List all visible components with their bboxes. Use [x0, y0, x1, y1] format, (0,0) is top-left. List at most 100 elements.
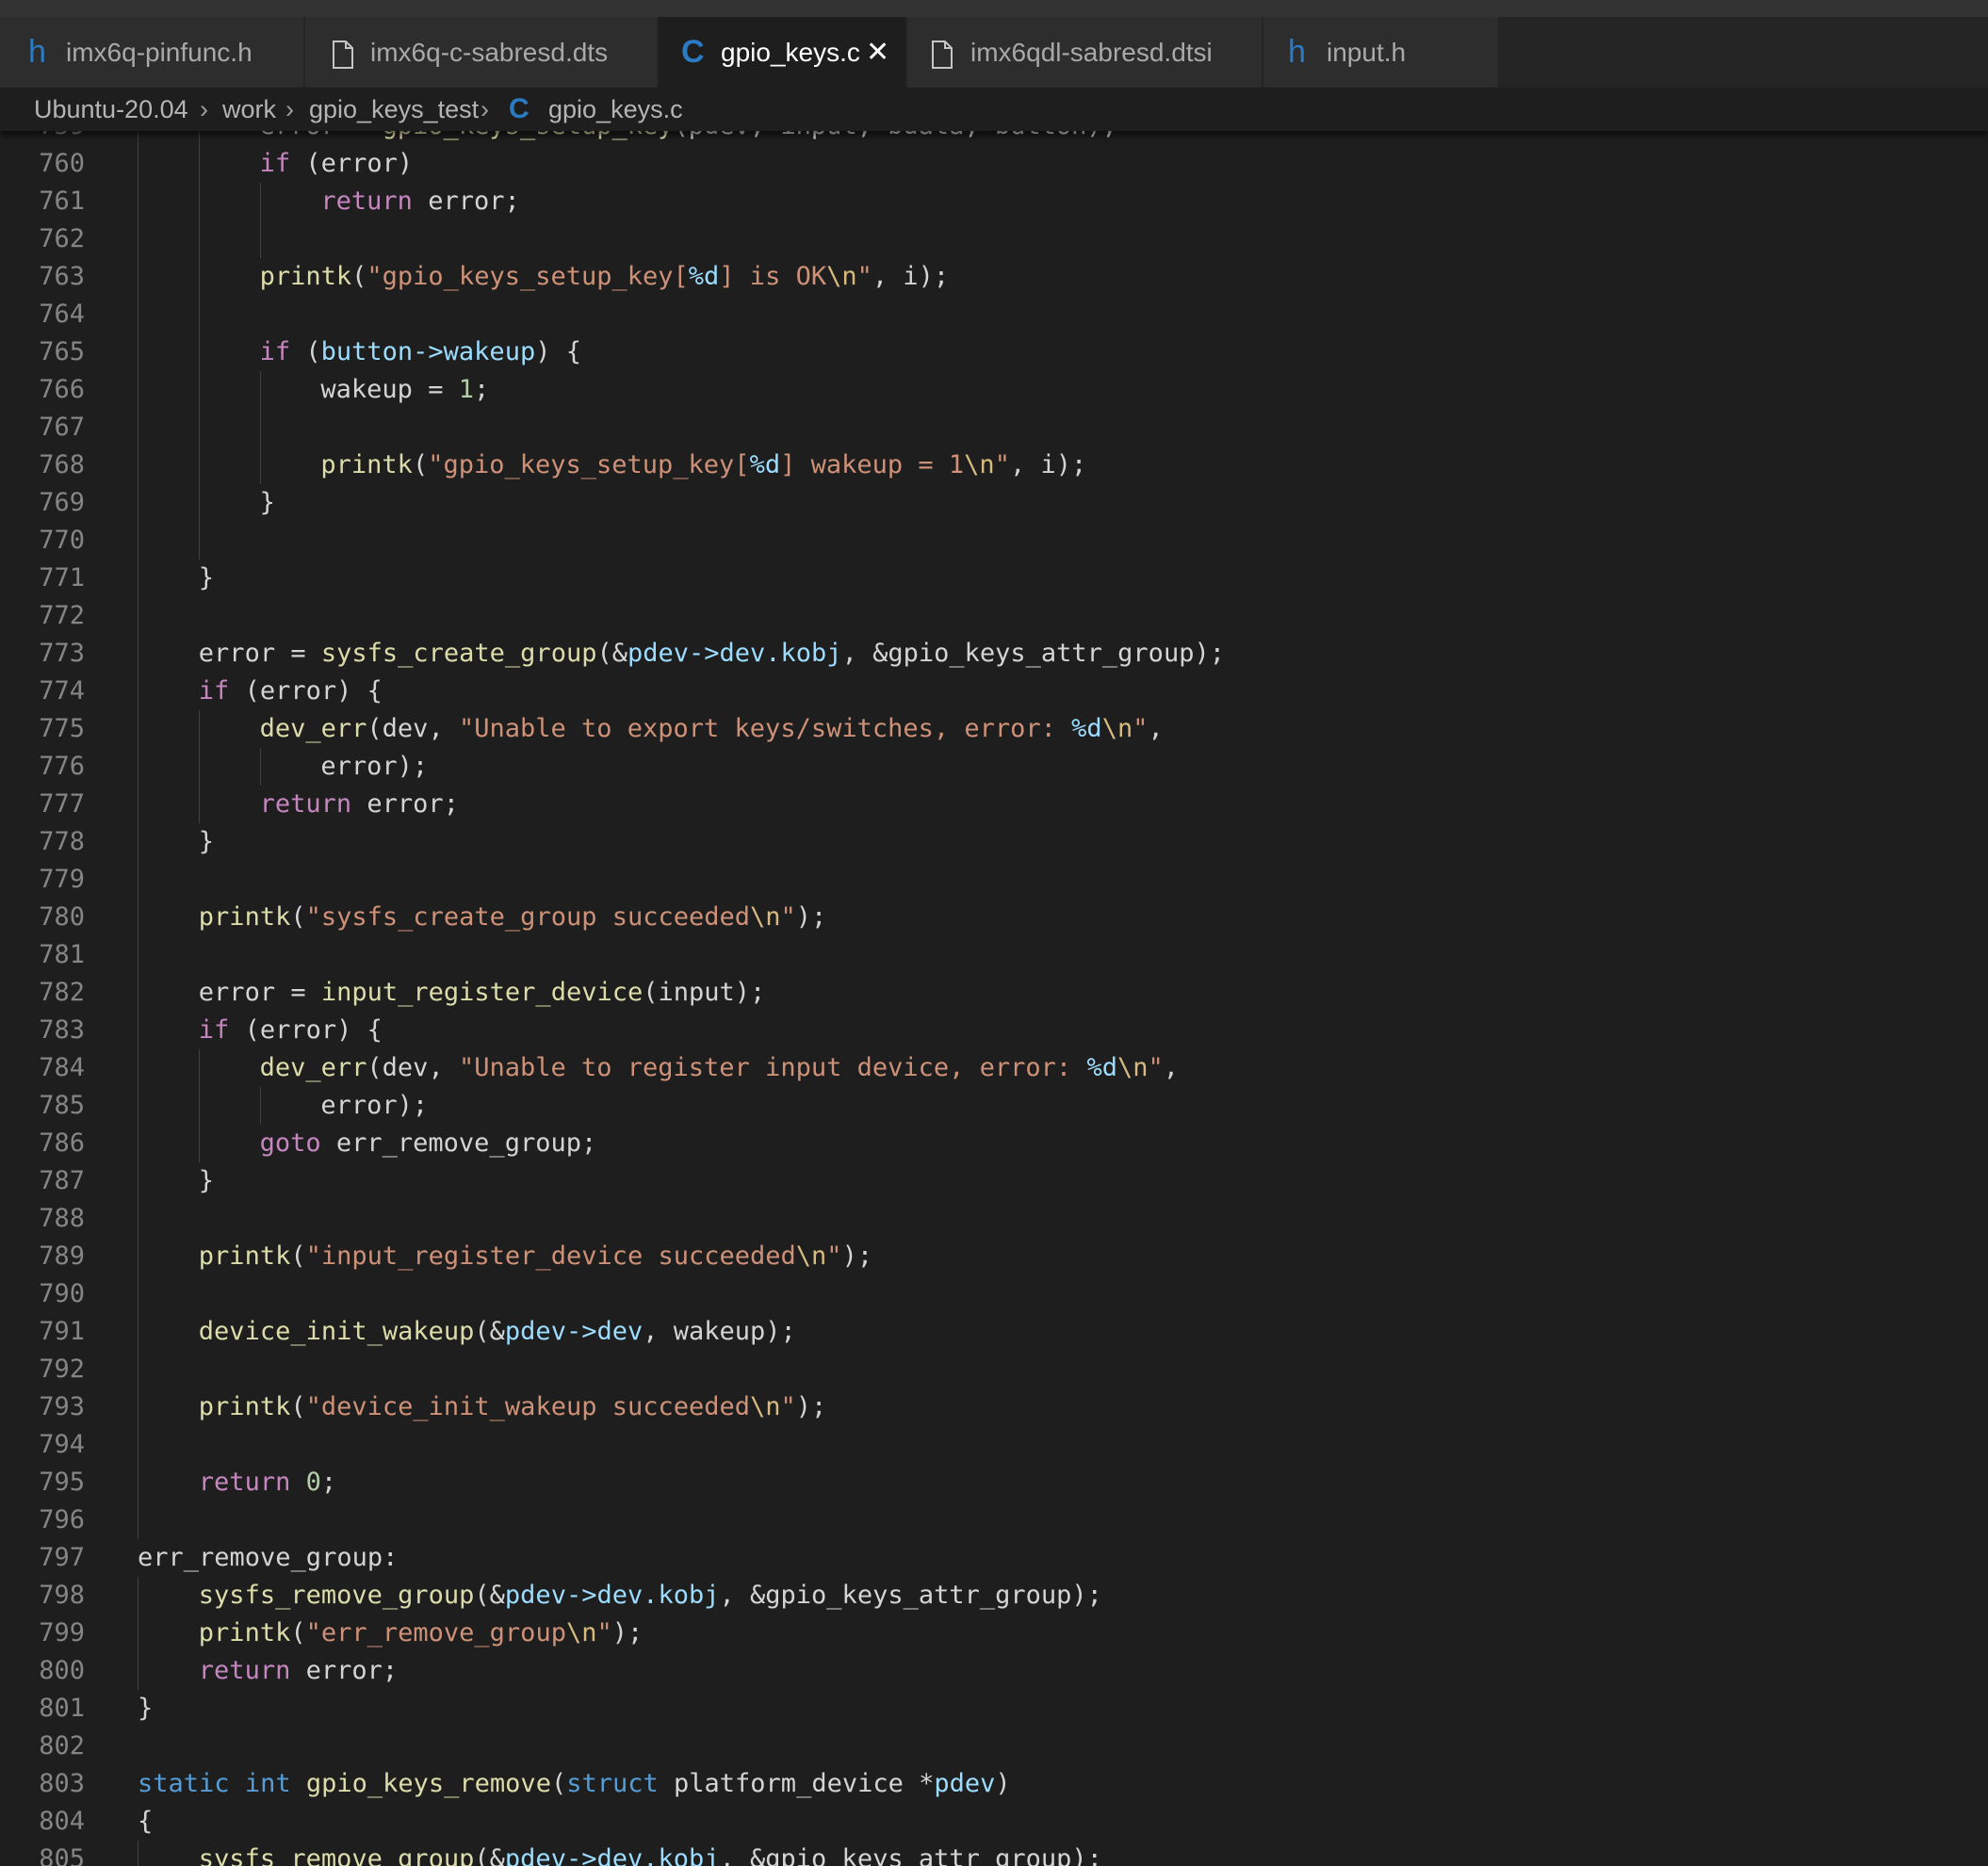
code-line[interactable]: 781	[0, 936, 1988, 974]
code-line[interactable]: 789 printk("input_register_device succeed…	[0, 1238, 1988, 1275]
code-token: (	[643, 978, 659, 1007]
code-line[interactable]: 762	[0, 220, 1988, 258]
code-line[interactable]: 770	[0, 522, 1988, 560]
code-line[interactable]: 775 dev_err(dev, "Unable to export keys/s…	[0, 710, 1988, 748]
line-number: 782	[39, 978, 85, 1007]
code-line[interactable]: 787}	[0, 1162, 1988, 1200]
code-token: (	[290, 1392, 306, 1421]
code-line[interactable]: 771}	[0, 560, 1988, 597]
code-line[interactable]: 798 sysfs_remove_group(&pdev->dev.kobj, &…	[0, 1577, 1988, 1614]
code-editor[interactable]: 759error = gpio_keys_setup_key(pdev, inp…	[0, 131, 1988, 1866]
code-line[interactable]: 804 {	[0, 1803, 1988, 1841]
code-line[interactable]: 780 printk("sysfs_create_group succeeded\…	[0, 899, 1988, 936]
line-number: 802	[39, 1731, 85, 1761]
code-text: wakeup = 1;	[320, 371, 489, 409]
code-line[interactable]: 803 static int gpio_keys_remove(struct pl…	[0, 1765, 1988, 1803]
close-icon[interactable]: ✕	[866, 17, 889, 88]
code-line[interactable]: 773 error = sysfs_create_group(&pdev->dev…	[0, 635, 1988, 673]
code-line[interactable]: 801}	[0, 1690, 1988, 1728]
code-line[interactable]: 785 error);	[0, 1087, 1988, 1125]
code-token: return	[198, 1468, 291, 1497]
code-line[interactable]: 788	[0, 1200, 1988, 1238]
code-line[interactable]: 763 printk("gpio_keys_setup_key[%d] is OK…	[0, 258, 1988, 296]
code-line[interactable]: 799 printk("err_remove_group\n");	[0, 1614, 1988, 1652]
code-line[interactable]: 778}	[0, 823, 1988, 861]
code-line[interactable]: 765 if (button->wakeup) {	[0, 333, 1988, 371]
code-line[interactable]: 795 return 0;	[0, 1464, 1988, 1501]
code-token: goto	[259, 1128, 321, 1158]
breadcrumb-item-work[interactable]: work	[222, 88, 276, 131]
code-line[interactable]: 791 device_init_wakeup(&pdev->dev, wakeup…	[0, 1313, 1988, 1351]
code-token: printk	[198, 902, 291, 932]
breadcrumb-item-ubuntu[interactable]: Ubuntu-20.04	[34, 88, 188, 131]
code-token: =	[351, 131, 383, 140]
code-token: )	[397, 149, 414, 178]
indent-guide	[199, 710, 200, 823]
code-line[interactable]: 772	[0, 597, 1988, 635]
breadcrumb-item-file[interactable]: gpio_keys.c	[548, 88, 683, 131]
code-text: error);	[320, 748, 428, 786]
code-line[interactable]: 766 wakeup = 1;	[0, 371, 1988, 409]
code-line[interactable]: 774 if (error) {	[0, 673, 1988, 710]
code-line[interactable]: 760 if (error)	[0, 145, 1988, 183]
code-line[interactable]: 796	[0, 1501, 1988, 1539]
code-token: (&	[596, 639, 627, 668]
code-text: static int gpio_keys_remove(struct platf…	[138, 1765, 1011, 1803]
code-text: if (error) {	[199, 673, 383, 710]
code-line[interactable]: 784 dev_err(dev, "Unable to register inpu…	[0, 1049, 1988, 1087]
code-token: );	[795, 902, 827, 932]
code-line[interactable]: 794	[0, 1426, 1988, 1464]
tab-imx6q-c-sabresd-dts[interactable]: imx6q-c-sabresd.dts	[305, 17, 658, 88]
code-line[interactable]: 779	[0, 861, 1988, 899]
code-token: printk	[320, 450, 413, 479]
code-token: ) {	[336, 676, 383, 706]
h-file-icon: h	[28, 34, 46, 70]
code-token: error	[320, 1091, 398, 1120]
line-number: 759	[0, 131, 85, 145]
tab-imx6qdl-sabresd-dtsi[interactable]: imx6qdl-sabresd.dtsi	[907, 17, 1263, 88]
code-text: printk("gpio_keys_setup_key[%d] is OK\n"…	[260, 258, 950, 296]
code-token: (	[351, 262, 367, 291]
code-line[interactable]: 786 goto err_remove_group;	[0, 1125, 1988, 1162]
code-token: dev	[382, 714, 429, 743]
code-line[interactable]: 764	[0, 296, 1988, 333]
line-number: 761	[39, 187, 85, 216]
code-text: if (button->wakeup) {	[260, 333, 581, 371]
code-line[interactable]: 802	[0, 1728, 1988, 1765]
code-line[interactable]: 783 if (error) {	[0, 1012, 1988, 1049]
code-token: );	[1086, 131, 1117, 140]
code-line[interactable]: 805 sysfs_remove_group(&pdev->dev.kobj, &…	[0, 1841, 1988, 1866]
code-line[interactable]: 797 err_remove_group:	[0, 1539, 1988, 1577]
code-line[interactable]: 759 error = gpio_keys_setup_key(pdev, inp…	[0, 131, 1988, 145]
line-number: 777	[39, 789, 85, 819]
code-line[interactable]: 793 printk("device_init_wakeup succeeded\…	[0, 1388, 1988, 1426]
code-token: printk	[259, 262, 352, 291]
code-line[interactable]: 777 return error;	[0, 786, 1988, 823]
code-token: return	[320, 187, 413, 216]
line-number: 795	[39, 1468, 85, 1497]
code-line[interactable]: 790	[0, 1275, 1988, 1313]
code-token: );	[765, 1317, 796, 1346]
breadcrumb-item-folder[interactable]: gpio_keys_test	[309, 88, 479, 131]
line-number: 788	[39, 1204, 85, 1233]
code-token: "err_remove_group	[305, 1618, 566, 1647]
code-token: *	[919, 1769, 935, 1798]
code-line[interactable]: 792	[0, 1351, 1988, 1388]
code-token: i	[1040, 450, 1056, 479]
code-line[interactable]: 767	[0, 409, 1988, 446]
code-token: i	[903, 262, 919, 291]
code-line[interactable]: 761 return error;	[0, 183, 1988, 220]
code-token: )	[995, 1769, 1011, 1798]
line-number: 765	[39, 337, 85, 366]
tab-imx6q-pinfunc-h[interactable]: h imx6q-pinfunc.h	[0, 17, 304, 88]
code-token: ;	[504, 187, 520, 216]
code-line[interactable]: 782 error = input_register_device(input);	[0, 974, 1988, 1012]
code-line[interactable]: 769}	[0, 484, 1988, 522]
code-line[interactable]: 768 printk("gpio_keys_setup_key[%d] wakeu…	[0, 446, 1988, 484]
indent-guide	[260, 371, 261, 484]
tab-input-h[interactable]: h input.h	[1263, 17, 1499, 88]
code-line[interactable]: 776 error);	[0, 748, 1988, 786]
tab-gpio-keys-c[interactable]: C gpio_keys.c ✕	[659, 17, 906, 88]
code-line[interactable]: 800 return error;	[0, 1652, 1988, 1690]
code-token: (	[550, 1769, 567, 1798]
